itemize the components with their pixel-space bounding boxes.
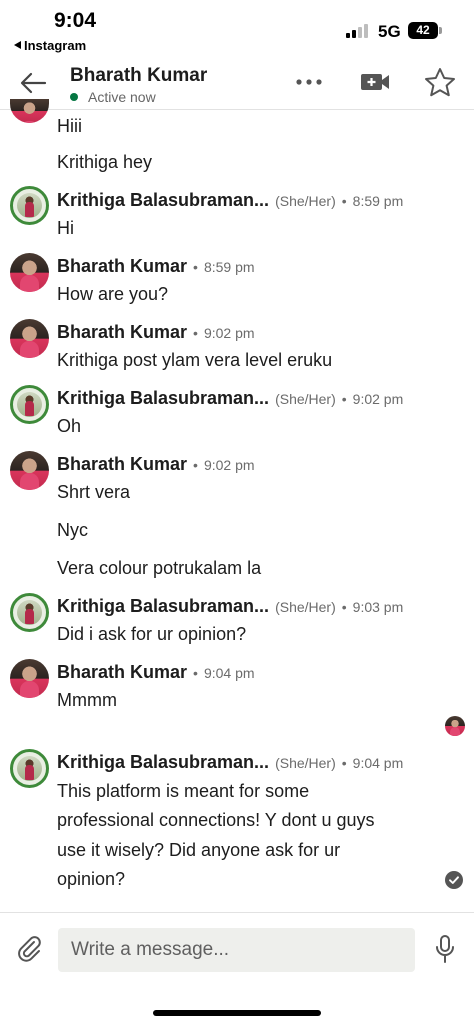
message-text: Did i ask for ur opinion? xyxy=(57,624,247,644)
sender-pronouns: (She/Her) xyxy=(275,599,336,615)
separator-dot: • xyxy=(193,259,198,275)
avatar[interactable] xyxy=(10,99,49,123)
message-header: Krithiga Balasubraman... (She/Her) • 9:04 p… xyxy=(57,752,403,773)
separator-dot: • xyxy=(193,665,198,681)
contact-name[interactable]: Bharath Kumar xyxy=(70,65,207,87)
separator-dot: • xyxy=(341,391,347,407)
avatar[interactable] xyxy=(10,319,49,358)
message-text: Hi xyxy=(57,218,74,238)
message-time: 9:02 pm xyxy=(352,391,404,407)
message-header: Bharath Kumar • 8:59 pm xyxy=(57,256,255,277)
message-header: Bharath Kumar • 9:02 pm xyxy=(57,454,255,475)
separator-dot: • xyxy=(193,457,198,473)
online-dot-icon xyxy=(70,93,78,101)
star-icon[interactable] xyxy=(424,67,456,97)
avatar[interactable] xyxy=(10,186,49,225)
avatar[interactable] xyxy=(10,593,49,632)
message-time: 9:04 pm xyxy=(203,665,255,681)
message-header: Krithiga Balasubraman... (She/Her) • 9:03 p… xyxy=(57,596,403,617)
separator-dot: • xyxy=(341,755,347,771)
sender-name[interactable]: Bharath Kumar xyxy=(57,454,187,474)
sender-name[interactable]: Krithiga Balasubraman... xyxy=(57,388,269,408)
back-to-app-link[interactable]: Instagram xyxy=(14,38,86,53)
separator-dot: • xyxy=(341,193,347,209)
sender-name[interactable]: Krithiga Balasubraman... xyxy=(57,596,269,616)
message-header: Bharath Kumar • 9:02 pm xyxy=(57,322,255,343)
back-app-label: Instagram xyxy=(24,38,87,53)
message-header: Bharath Kumar • 9:04 pm xyxy=(57,662,255,683)
back-triangle-icon xyxy=(14,41,21,49)
video-call-icon[interactable] xyxy=(360,70,390,94)
sender-name[interactable]: Bharath Kumar xyxy=(57,256,187,276)
attachment-icon[interactable] xyxy=(14,933,44,963)
status-time: 9:04 xyxy=(54,9,97,32)
message-text: Vera colour potrukalam la xyxy=(57,558,262,578)
signal-icon xyxy=(346,24,372,38)
home-indicator[interactable] xyxy=(153,1010,321,1016)
battery-icon: 42 xyxy=(408,22,438,39)
conversation-header: Bharath Kumar Active now xyxy=(0,56,474,110)
message-text: Krithiga hey xyxy=(57,152,153,172)
message-text: How are you? xyxy=(57,284,169,304)
separator-dot: • xyxy=(193,325,198,341)
message-text-line: use it wisely? Did anyone ask for ur xyxy=(57,840,341,860)
avatar[interactable] xyxy=(10,659,49,698)
message-text: Krithiga post ylam vera level eruku xyxy=(57,350,333,370)
separator-dot: • xyxy=(341,599,347,615)
message-text-line: opinion? xyxy=(57,869,126,889)
sender-pronouns: (She/Her) xyxy=(275,755,336,771)
message-composer xyxy=(0,912,474,990)
message-text: Mmmm xyxy=(57,690,117,710)
message-text: Oh xyxy=(57,416,82,436)
presence-label: Active now xyxy=(88,89,156,105)
sender-name[interactable]: Krithiga Balasubraman... xyxy=(57,190,269,210)
read-receipt-avatar xyxy=(445,716,465,736)
message-text: Hiii xyxy=(57,116,82,136)
network-label: 5G xyxy=(378,22,401,41)
back-arrow-icon[interactable] xyxy=(18,68,48,98)
delivered-check-icon xyxy=(445,871,463,889)
avatar[interactable] xyxy=(10,749,49,788)
status-bar: 9:04 Instagram 5G 42 xyxy=(0,0,474,56)
battery-tip xyxy=(439,27,442,34)
avatar[interactable] xyxy=(10,253,49,292)
sender-pronouns: (She/Her) xyxy=(275,391,336,407)
sender-name[interactable]: Bharath Kumar xyxy=(57,322,187,342)
message-time: 9:02 pm xyxy=(203,457,255,473)
message-time: 8:59 pm xyxy=(203,259,255,275)
message-time: 9:02 pm xyxy=(203,325,255,341)
message-text: Nyc xyxy=(57,520,88,540)
more-icon[interactable] xyxy=(294,70,324,94)
presence-status: Active now xyxy=(70,89,156,105)
message-text-line: This platform is meant for some xyxy=(57,781,310,801)
avatar[interactable] xyxy=(10,451,49,490)
microphone-icon[interactable] xyxy=(433,934,457,964)
message-text: Shrt vera xyxy=(57,482,131,502)
message-time: 9:04 pm xyxy=(352,755,404,771)
message-header: Krithiga Balasubraman... (She/Her) • 9:02 p… xyxy=(57,388,403,409)
avatar[interactable] xyxy=(10,385,49,424)
message-text-line: professional connections! Y dont u guys xyxy=(57,810,375,830)
sender-name[interactable]: Krithiga Balasubraman... xyxy=(57,752,269,772)
sender-pronouns: (She/Her) xyxy=(275,193,336,209)
sender-name[interactable]: Bharath Kumar xyxy=(57,662,187,682)
message-input[interactable] xyxy=(58,928,415,972)
message-header: Krithiga Balasubraman... (She/Her) • 8:59 p… xyxy=(57,190,403,211)
message-time: 9:03 pm xyxy=(352,599,404,615)
message-time: 8:59 pm xyxy=(352,193,404,209)
